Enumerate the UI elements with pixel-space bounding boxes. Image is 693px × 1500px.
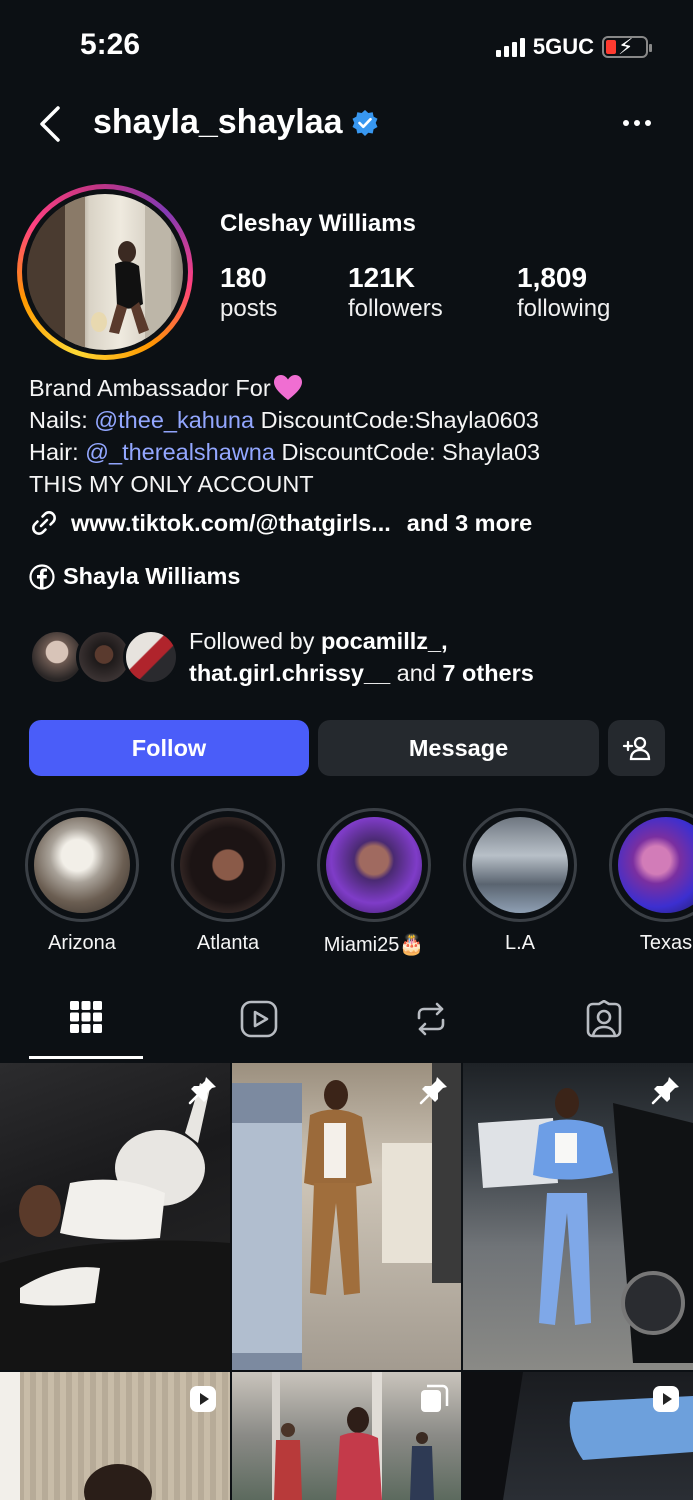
status-time: 5:26 (80, 28, 141, 61)
profile-avatar-story-ring[interactable] (17, 184, 193, 360)
back-button[interactable] (36, 106, 66, 142)
highlight-label: Miami25🎂 (323, 934, 425, 956)
grid-icon (70, 1001, 102, 1033)
avatar (123, 629, 179, 685)
mutual-username[interactable]: that.girl.chrissy__ (189, 660, 390, 686)
followed-by[interactable]: Followed by pocamillz_, that.girl.chriss… (29, 625, 669, 689)
tagged-icon (586, 1000, 622, 1038)
stat-posts[interactable]: 180 posts (220, 262, 348, 324)
link-icon (32, 511, 56, 535)
highlight-cover (34, 817, 130, 913)
suggested-accounts-button[interactable] (608, 720, 665, 776)
add-person-icon (622, 736, 650, 761)
highlight-atlanta[interactable]: Atlanta (171, 808, 285, 955)
bio-text: DiscountCode:Shayla0603 (254, 407, 539, 433)
reel-icon (653, 1386, 679, 1412)
bio-text: Brand Ambassador For (29, 375, 271, 401)
facebook-icon (29, 563, 55, 590)
link-more: and 3 more (406, 509, 533, 536)
highlight-label: Arizona (48, 932, 116, 954)
tab-tagged[interactable] (547, 1000, 661, 1052)
post-thumbnail[interactable] (232, 1063, 461, 1370)
post-thumbnail[interactable] (0, 1372, 230, 1500)
followed-by-text: Followed by pocamillz_, that.girl.chriss… (189, 628, 534, 686)
mutual-username[interactable]: pocamillz_, (321, 628, 448, 654)
link-url: www.tiktok.com/@thatgirls... (71, 509, 391, 536)
username-text: shayla_shaylaa (93, 103, 343, 141)
active-tab-indicator (29, 1056, 143, 1059)
bio-line: Brand Ambassador For (29, 372, 540, 404)
pinned-icon (419, 1077, 447, 1105)
profile-bio: Brand Ambassador For Nails: @thee_kahuna… (29, 372, 540, 500)
tab-posts[interactable] (29, 1000, 143, 1052)
facebook-name: Shayla Williams (63, 563, 241, 589)
mutual-avatars (29, 629, 179, 685)
highlight-miami25[interactable]: Miami25🎂 (317, 808, 431, 957)
bio-text: Nails: (29, 407, 95, 433)
facebook-link[interactable]: Shayla Williams (29, 563, 240, 590)
battery-icon: ⚡ (602, 34, 652, 59)
tab-reposts[interactable] (374, 1000, 488, 1052)
mention-link[interactable]: @thee_kahuna (94, 404, 254, 436)
highlight-arizona[interactable]: Arizona (25, 808, 139, 955)
highlight-cover (618, 817, 693, 913)
pink-heart-icon (273, 375, 302, 400)
post-thumbnail[interactable] (0, 1063, 230, 1370)
bio-link[interactable]: www.tiktok.com/@thatgirls... and 3 more (29, 508, 532, 538)
highlight-label: Atlanta (196, 932, 260, 954)
stat-followers[interactable]: 121K followers (348, 262, 517, 324)
profile-header: shayla_shaylaa (0, 98, 693, 150)
pinned-icon (651, 1077, 679, 1105)
bio-line: Hair: @_therealshawna DiscountCode: Shay… (29, 436, 540, 468)
bio-text: DiscountCode: Shayla03 (274, 439, 541, 465)
multi-photo-icon (421, 1384, 449, 1412)
highlight-la[interactable]: L.A (463, 808, 577, 955)
mutual-others[interactable]: 7 others (442, 660, 533, 686)
stat-label: posts (220, 295, 278, 322)
tab-reels[interactable] (202, 1000, 316, 1052)
bio-text: Hair: (29, 439, 86, 465)
stat-value: 1,809 (517, 262, 588, 293)
highlight-cover (180, 817, 276, 913)
stat-following[interactable]: 1,809 following (517, 262, 610, 324)
display-name: Cleshay Williams (220, 210, 416, 237)
follow-button[interactable]: Follow (29, 720, 309, 776)
username-title: shayla_shaylaa (93, 103, 379, 142)
back-arrow-icon (40, 106, 60, 142)
signal-icon (495, 37, 525, 57)
story-highlights: Arizona Atlanta Miami25🎂 L.A Texas (0, 808, 693, 958)
bio-line: Nails: @thee_kahuna DiscountCode:Shayla0… (29, 404, 540, 436)
profile-tabs (0, 992, 693, 1060)
message-button[interactable]: Message (318, 720, 599, 776)
post-thumbnail[interactable] (463, 1063, 693, 1370)
avatar (27, 194, 183, 350)
stat-label: followers (348, 295, 443, 322)
reels-icon (240, 1000, 278, 1038)
status-bar: 5:26 5GUC ⚡ (0, 0, 693, 90)
stat-label: following (517, 295, 611, 322)
mention-link[interactable]: @_therealshawna (85, 436, 275, 468)
post-thumbnail[interactable] (232, 1372, 461, 1500)
network-label: 5GUC (532, 34, 594, 59)
stat-value: 121K (348, 262, 415, 293)
pinned-icon (188, 1077, 216, 1105)
highlight-cover (326, 817, 422, 913)
more-options-button[interactable] (623, 108, 657, 138)
highlight-texas[interactable]: Texas (609, 808, 693, 955)
verified-badge-icon (352, 109, 378, 136)
status-indicators: 5GUC ⚡ (495, 34, 652, 60)
post-thumbnail[interactable] (463, 1372, 693, 1500)
highlight-label: Texas (639, 932, 693, 954)
reel-icon (190, 1386, 216, 1412)
bio-line: THIS MY ONLY ACCOUNT (29, 468, 540, 500)
post-grid (0, 1063, 693, 1500)
reposts-icon (417, 1002, 445, 1036)
highlight-cover (472, 817, 568, 913)
stat-value: 180 (220, 262, 267, 293)
bio-text: THIS MY ONLY ACCOUNT (29, 471, 314, 497)
highlight-label: L.A (504, 932, 536, 954)
profile-stats: 180 posts 121K followers 1,809 following (220, 262, 610, 324)
